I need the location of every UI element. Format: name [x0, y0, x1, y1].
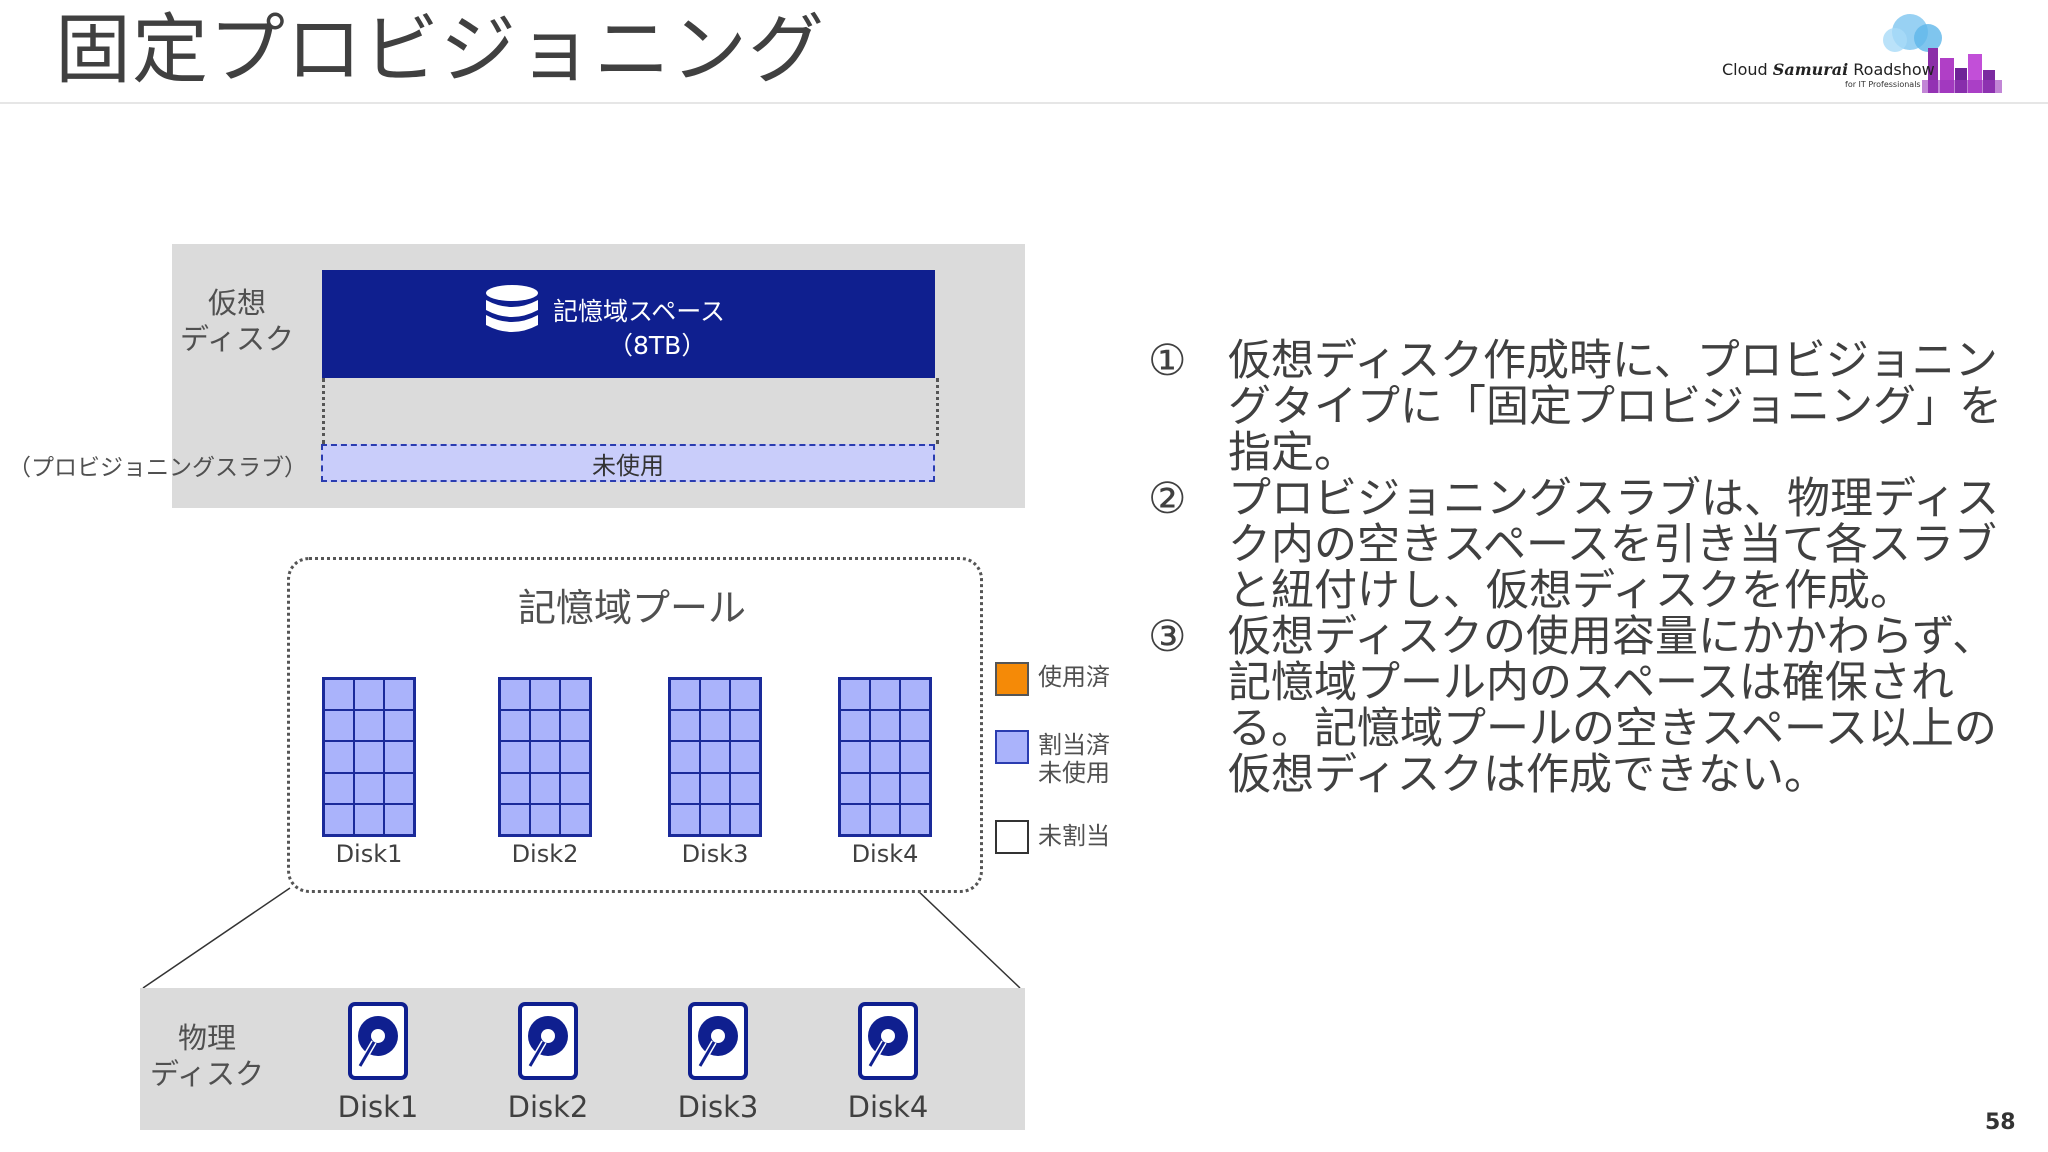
pool-disk-grid — [838, 677, 932, 837]
legend-allocated-line2: 未使用 — [1038, 759, 1110, 787]
pool-disk-grid — [498, 677, 592, 837]
hard-drive-icon — [348, 1002, 408, 1080]
physical-disk-label-line2: ディスク — [150, 1057, 264, 1091]
physical-disk-name: Disk4 — [847, 1090, 929, 1124]
hard-drive-icon — [858, 1002, 918, 1080]
hard-drive-icon — [688, 1002, 748, 1080]
pool-disk-label: Disk2 — [511, 840, 579, 868]
step-item: ③ 仮想ディスクの使用容量にかかわらず、記憶域プール内のスペースは確保される。記… — [1148, 614, 2028, 798]
physical-disk-name: Disk3 — [677, 1090, 759, 1124]
hard-drive-icon — [518, 1002, 578, 1080]
legend-allocated-label: 割当済 未使用 — [1038, 731, 1110, 787]
pool-disk-label: Disk3 — [681, 840, 749, 868]
step-number: ③ — [1148, 612, 1187, 662]
step-text: 仮想ディスク作成時に、プロビジョニングタイプに「固定プロビジョニング」を指定。 — [1228, 336, 2002, 478]
legend-allocated-line1: 割当済 — [1038, 731, 1110, 759]
step-number: ② — [1148, 474, 1187, 524]
physical-disk-name: Disk1 — [337, 1090, 419, 1124]
physical-disk-label: 物理 ディスク — [150, 1020, 264, 1092]
legend-unallocated-label: 未割当 — [1038, 822, 1110, 850]
steps-list: ① 仮想ディスク作成時に、プロビジョニングタイプに「固定プロビジョニング」を指定… — [1148, 338, 2028, 798]
step-text: プロビジョニングスラブは、物理ディスク内の空きスペースを引き当て各スラブと紐付け… — [1228, 474, 1999, 616]
pool-disk-label: Disk4 — [851, 840, 919, 868]
pool-disk-grid — [668, 677, 762, 837]
physical-disk-label-line1: 物理 — [177, 1021, 236, 1055]
physical-disk-name: Disk2 — [507, 1090, 589, 1124]
storage-pool-title: 記憶域プール — [517, 586, 746, 630]
legend-allocated-swatch — [995, 730, 1029, 764]
pool-disk-label: Disk1 — [335, 840, 403, 868]
legend-used-label: 使用済 — [1038, 663, 1110, 691]
step-item: ① 仮想ディスク作成時に、プロビジョニングタイプに「固定プロビジョニング」を指定… — [1148, 338, 2028, 476]
step-text: 仮想ディスクの使用容量にかかわらず、記憶域プール内のスペースは確保される。記憶域… — [1228, 612, 1997, 800]
page-number: 58 — [1985, 1110, 2016, 1135]
step-number: ① — [1148, 336, 1187, 386]
pool-disk-grid — [322, 677, 416, 837]
step-item: ② プロビジョニングスラブは、物理ディスク内の空きスペースを引き当て各スラブと紐… — [1148, 476, 2028, 614]
legend-unallocated-swatch — [995, 820, 1029, 854]
legend-used-swatch — [995, 662, 1029, 696]
